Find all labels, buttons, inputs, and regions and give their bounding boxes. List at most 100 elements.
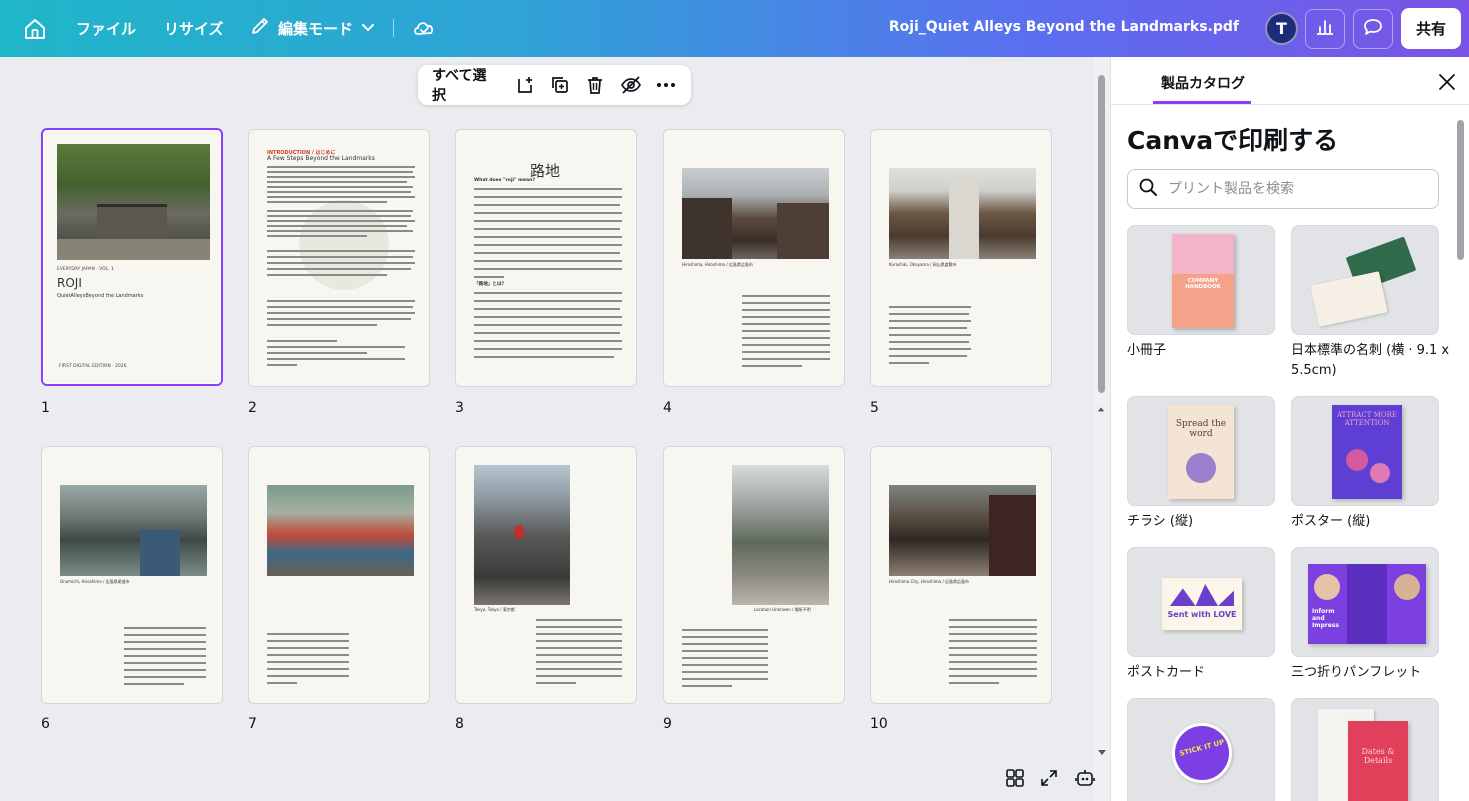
product-card-poster[interactable]: ATTRACT MORE ATTENTION bbox=[1291, 396, 1439, 506]
product-card-business-card[interactable] bbox=[1291, 225, 1439, 335]
poster-thumbnail: ATTRACT MORE ATTENTION bbox=[1332, 405, 1402, 499]
page-number: 8 bbox=[455, 716, 464, 732]
page-number: 1 bbox=[41, 400, 50, 416]
avatar[interactable]: T bbox=[1265, 12, 1298, 45]
page-thumbnail-6[interactable]: Onomichi, Hiroshima / 広島県尾道市 bbox=[41, 446, 223, 704]
sticker-thumbnail: STICK IT UP bbox=[1172, 723, 1232, 783]
page-thumbnail-8[interactable]: Tokyo, Tokyo / 東京都 bbox=[455, 446, 637, 704]
tab-product-catalog[interactable]: 製品カタログ bbox=[1161, 73, 1245, 93]
search-icon bbox=[1138, 177, 1158, 201]
cover-title: ROJI bbox=[57, 276, 82, 290]
hide-page-icon[interactable] bbox=[620, 74, 642, 96]
photo-caption: Onomichi, Hiroshima / 広島県尾道市 bbox=[60, 579, 130, 584]
page-thumbnail-10[interactable]: Hiroshima City, Hiroshima / 広島県広島市 bbox=[870, 446, 1052, 704]
product-label[interactable]: チラシ (縦) bbox=[1127, 512, 1193, 532]
insights-button[interactable] bbox=[1305, 9, 1345, 49]
pencil-icon bbox=[250, 16, 270, 40]
photo-caption: Location Unknown / 場所不明 bbox=[754, 607, 811, 612]
bar-chart-icon bbox=[1315, 18, 1335, 40]
selection-toolbar: すべて選択 bbox=[418, 65, 691, 105]
background-shape bbox=[299, 200, 389, 290]
product-label[interactable]: ポスター (縦) bbox=[1291, 512, 1370, 532]
expand-icon bbox=[1039, 768, 1059, 792]
add-page-icon[interactable] bbox=[514, 74, 535, 96]
page-thumbnail-1[interactable]: EVERYDAY JAPAN · VOL. 1 ROJI QuietAlleys… bbox=[41, 128, 223, 386]
top-bar: ファイル リサイズ 編集モード Roji_Quiet Alleys Beyond… bbox=[0, 0, 1469, 57]
page-question: What does "roji" mean? bbox=[474, 178, 536, 183]
cloud-saved-icon[interactable] bbox=[412, 17, 436, 43]
more-options-icon[interactable] bbox=[656, 74, 677, 96]
assistant-button[interactable] bbox=[1071, 766, 1099, 794]
robot-icon bbox=[1074, 768, 1096, 792]
document-title[interactable]: Roji_Quiet Alleys Beyond the Landmarks.p… bbox=[889, 19, 1239, 35]
cover-subtitle: QuietAlleysBeyond the Landmarks bbox=[57, 293, 144, 299]
panel-heading: Canvaで印刷する bbox=[1127, 126, 1339, 155]
flyer-thumbnail: Spread the word bbox=[1168, 405, 1234, 499]
booklet-thumbnail: COMPANY HANDBOOK bbox=[1172, 234, 1234, 328]
trash-icon[interactable] bbox=[585, 74, 606, 96]
panel-scrollbar-thumb[interactable] bbox=[1457, 120, 1464, 260]
speech-bubble-icon bbox=[1363, 17, 1383, 41]
search-input[interactable] bbox=[1168, 181, 1428, 197]
page-thumbnail-2[interactable]: INTRODUCTION / はじめに A Few Steps Beyond t… bbox=[248, 129, 430, 387]
photo-caption: Hiroshima City, Hiroshima / 広島県広島市 bbox=[889, 579, 969, 584]
page-photo bbox=[889, 485, 1036, 576]
fullscreen-button[interactable] bbox=[1035, 766, 1063, 794]
product-search-field[interactable] bbox=[1127, 169, 1439, 209]
page-photo bbox=[57, 144, 210, 260]
postcard-thumbnail: Sent with LOVE bbox=[1162, 578, 1242, 630]
photo-caption: Tokyo, Tokyo / 東京都 bbox=[474, 607, 515, 612]
page-thumbnail-3[interactable]: 路地 What does "roji" mean? 「路地」とは？ bbox=[455, 129, 637, 387]
product-card-postcard[interactable]: Sent with LOVE bbox=[1127, 547, 1275, 657]
comment-button[interactable] bbox=[1353, 9, 1393, 49]
product-catalog-panel: 製品カタログ Canvaで印刷する COMPANY HANDBOOK 小冊子 日… bbox=[1110, 57, 1469, 801]
share-button[interactable]: 共有 bbox=[1401, 8, 1461, 49]
grid-view-button[interactable] bbox=[1001, 766, 1029, 794]
resize-button[interactable]: リサイズ bbox=[164, 18, 224, 39]
page-thumbnail-4[interactable]: Hiroshima, Hiroshima / 広島県広島市 bbox=[663, 129, 845, 387]
product-label[interactable]: 日本標準の名刺 (横 · 9.1 x 5.5cm) bbox=[1291, 341, 1451, 381]
trifold-thumbnail: Inform and Impress bbox=[1308, 564, 1426, 644]
page-thumbnail-9[interactable]: Location Unknown / 場所不明 bbox=[663, 446, 845, 704]
page-photo bbox=[682, 168, 829, 259]
cover-edition: FIRST DIGITAL EDITION · 2026 bbox=[59, 364, 127, 369]
chevron-down-icon bbox=[361, 19, 375, 38]
edit-mode-button[interactable]: 編集モード bbox=[250, 14, 375, 42]
page-number: 9 bbox=[663, 716, 672, 732]
product-card-sticker[interactable]: STICK IT UP bbox=[1127, 698, 1275, 801]
product-label[interactable]: 三つ折りパンフレット bbox=[1291, 663, 1421, 683]
product-card-flyer[interactable]: Spread the word bbox=[1127, 396, 1275, 506]
page-thumbnail-7[interactable] bbox=[248, 446, 430, 704]
page-photo bbox=[474, 465, 570, 605]
page-photo bbox=[889, 168, 1036, 259]
intro-subheading: A Few Steps Beyond the Landmarks bbox=[267, 155, 375, 162]
page-number: 2 bbox=[248, 400, 257, 416]
product-label[interactable]: ポストカード bbox=[1127, 663, 1205, 683]
product-card-trifold[interactable]: Inform and Impress bbox=[1291, 547, 1439, 657]
close-icon[interactable] bbox=[1437, 72, 1457, 92]
divider bbox=[1111, 104, 1469, 105]
page-section-title: 「路地」とは？ bbox=[474, 282, 507, 287]
page-number: 6 bbox=[41, 716, 50, 732]
page-photo bbox=[267, 485, 414, 576]
invitation-thumbnail: Dates & Details bbox=[1348, 721, 1408, 801]
home-icon[interactable] bbox=[22, 16, 48, 42]
product-card-booklet[interactable]: COMPANY HANDBOOK bbox=[1127, 225, 1275, 335]
grid-icon bbox=[1005, 768, 1025, 792]
product-card-invitation[interactable]: Dates & Details bbox=[1291, 698, 1439, 801]
product-label[interactable]: 小冊子 bbox=[1127, 341, 1275, 361]
page-number: 10 bbox=[870, 716, 888, 732]
file-menu-button[interactable]: ファイル bbox=[76, 18, 136, 39]
cover-series-label: EVERYDAY JAPAN · VOL. 1 bbox=[57, 267, 114, 272]
duplicate-page-icon[interactable] bbox=[549, 74, 570, 96]
page-photo bbox=[60, 485, 207, 576]
page-thumbnail-5[interactable]: Kurashiki, Okayama / 岡山県倉敷市 bbox=[870, 129, 1052, 387]
photo-caption: Kurashiki, Okayama / 岡山県倉敷市 bbox=[889, 262, 957, 267]
edit-mode-label: 編集モード bbox=[278, 19, 354, 38]
scrollbar-thumb[interactable] bbox=[1098, 75, 1105, 393]
page-number: 3 bbox=[455, 400, 464, 416]
select-all-button[interactable]: すべて選択 bbox=[432, 65, 498, 105]
page-number: 7 bbox=[248, 716, 257, 732]
page-photo bbox=[732, 465, 829, 605]
divider bbox=[393, 19, 394, 37]
